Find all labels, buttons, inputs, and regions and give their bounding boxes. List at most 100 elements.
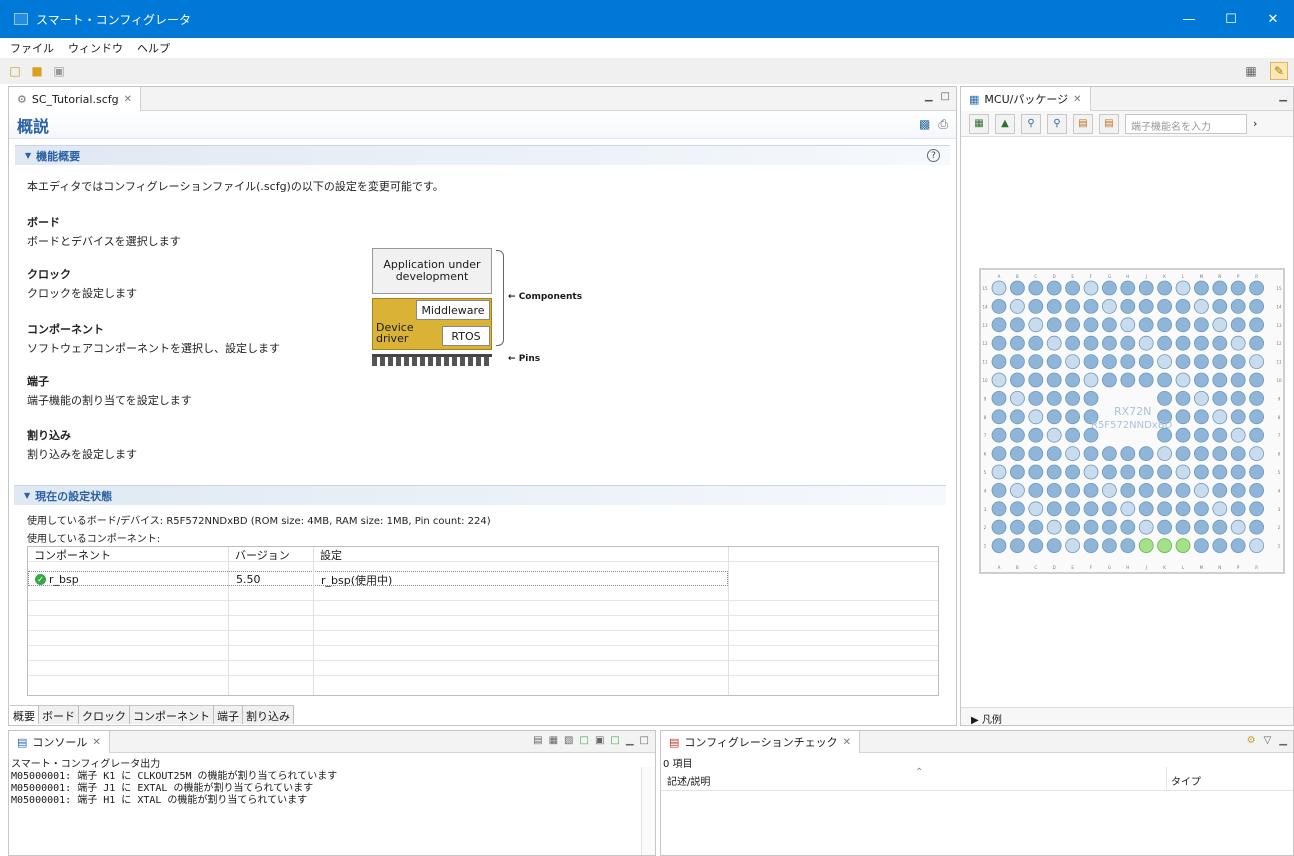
pin[interactable] xyxy=(1212,501,1228,517)
pin[interactable] xyxy=(1046,354,1062,369)
pin[interactable] xyxy=(1120,519,1136,535)
pin[interactable] xyxy=(1046,390,1062,406)
pin[interactable] xyxy=(1065,409,1080,425)
pin[interactable] xyxy=(1175,280,1191,296)
pin[interactable] xyxy=(1083,519,1099,535)
pin[interactable] xyxy=(1028,335,1044,351)
pin[interactable] xyxy=(1010,317,1025,333)
pin[interactable] xyxy=(1138,354,1154,369)
page-icon[interactable]: ▤ xyxy=(1073,113,1093,134)
pin[interactable] xyxy=(1028,354,1044,369)
pin[interactable] xyxy=(1028,372,1044,388)
maximize-console-icon[interactable]: □ xyxy=(640,735,649,746)
pin[interactable] xyxy=(1083,501,1099,517)
display-console-icon[interactable]: ▣ xyxy=(595,735,604,746)
pin[interactable] xyxy=(1157,501,1173,517)
new-file-icon[interactable]: □ xyxy=(6,62,24,80)
tab-interrupt[interactable]: 割り込み xyxy=(243,706,294,724)
pin[interactable] xyxy=(1249,409,1265,425)
pin[interactable] xyxy=(1065,519,1080,535)
pin[interactable] xyxy=(1230,409,1246,425)
table-row[interactable]: ✓ r_bsp 5.50 r_bsp(使用中) xyxy=(28,571,728,587)
pin[interactable] xyxy=(1046,538,1062,554)
pin[interactable] xyxy=(991,409,1007,425)
pin[interactable] xyxy=(1028,538,1044,554)
close-button[interactable]: ✕ xyxy=(1252,0,1294,38)
pin[interactable] xyxy=(1175,446,1191,462)
pin[interactable] xyxy=(991,482,1007,498)
close-icon[interactable]: ✕ xyxy=(124,94,132,105)
zoom-in-icon[interactable]: ⚲ xyxy=(1047,113,1067,134)
tab-config-check[interactable]: ▤ コンフィグレーションチェック ✕ xyxy=(661,731,861,753)
pin[interactable] xyxy=(1249,427,1265,443)
pin[interactable] xyxy=(1230,501,1246,517)
legend-toggle[interactable]: ▶ 凡例 xyxy=(961,707,1293,726)
pin[interactable] xyxy=(1010,446,1025,462)
pin[interactable] xyxy=(1101,372,1117,388)
pin[interactable] xyxy=(1193,427,1209,443)
pin[interactable] xyxy=(1083,354,1099,369)
pin[interactable] xyxy=(1065,446,1080,462)
pin[interactable] xyxy=(1046,409,1062,425)
pin[interactable] xyxy=(1193,538,1209,554)
minimize-button[interactable]: — xyxy=(1168,0,1210,38)
pin[interactable] xyxy=(1120,335,1136,351)
pin[interactable] xyxy=(1010,464,1025,480)
pin[interactable] xyxy=(1193,409,1209,425)
pin[interactable] xyxy=(1065,427,1080,443)
pin[interactable] xyxy=(1138,446,1154,462)
pin[interactable] xyxy=(1046,280,1062,296)
pin[interactable] xyxy=(1046,464,1062,480)
pin[interactable] xyxy=(991,446,1007,462)
pin[interactable] xyxy=(1010,519,1025,535)
pin[interactable] xyxy=(1138,464,1154,480)
pin[interactable] xyxy=(1175,317,1191,333)
pin[interactable] xyxy=(1249,464,1265,480)
pin[interactable] xyxy=(1175,501,1191,517)
pin[interactable] xyxy=(1212,299,1228,314)
maximize-button[interactable]: ☐ xyxy=(1210,0,1252,38)
new-console-icon[interactable]: □ xyxy=(610,735,619,746)
pin[interactable] xyxy=(1157,519,1173,535)
pin[interactable] xyxy=(991,280,1007,296)
pin[interactable] xyxy=(1065,390,1080,406)
pin[interactable] xyxy=(1065,464,1080,480)
close-mcu-icon[interactable]: ✕ xyxy=(1073,94,1081,105)
pin[interactable] xyxy=(1157,335,1173,351)
pin[interactable] xyxy=(1083,464,1099,480)
pin[interactable] xyxy=(1157,354,1173,369)
pin[interactable] xyxy=(1010,390,1025,406)
pin[interactable] xyxy=(1230,538,1246,554)
view-menu-icon[interactable]: ▽ xyxy=(1264,735,1272,746)
pin[interactable] xyxy=(1101,280,1117,296)
tab-pins[interactable]: 端子 xyxy=(214,706,243,724)
pin[interactable] xyxy=(1120,538,1136,554)
pin[interactable] xyxy=(1010,299,1025,314)
minimize-config-icon[interactable]: ▁ xyxy=(1279,735,1287,746)
pin[interactable] xyxy=(1157,482,1173,498)
pin[interactable] xyxy=(1193,390,1209,406)
pin[interactable] xyxy=(991,354,1007,369)
pin[interactable] xyxy=(1083,538,1099,554)
pin[interactable] xyxy=(1120,317,1136,333)
pin[interactable] xyxy=(1010,335,1025,351)
pin[interactable] xyxy=(1230,354,1246,369)
pin[interactable] xyxy=(991,501,1007,517)
open-folder-icon[interactable]: ■ xyxy=(28,62,46,80)
pin[interactable] xyxy=(1157,464,1173,480)
pin[interactable] xyxy=(1028,280,1044,296)
help-icon[interactable]: ? xyxy=(927,149,940,162)
pin[interactable] xyxy=(1083,390,1099,406)
pin-search-input[interactable]: 端子機能名を入力 xyxy=(1125,113,1247,134)
word-wrap-icon[interactable]: ▧ xyxy=(564,735,573,746)
pin[interactable] xyxy=(1175,519,1191,535)
pin[interactable] xyxy=(1028,390,1044,406)
zoom-out-icon[interactable]: ⚲ xyxy=(1021,113,1041,134)
header-setting[interactable]: 設定 xyxy=(314,547,714,562)
pin[interactable] xyxy=(1138,317,1154,333)
pin[interactable] xyxy=(991,519,1007,535)
pin[interactable] xyxy=(1010,409,1025,425)
pin[interactable] xyxy=(1046,372,1062,388)
header-description[interactable]: 記述/説明 xyxy=(667,773,710,788)
pin[interactable] xyxy=(1083,299,1099,314)
